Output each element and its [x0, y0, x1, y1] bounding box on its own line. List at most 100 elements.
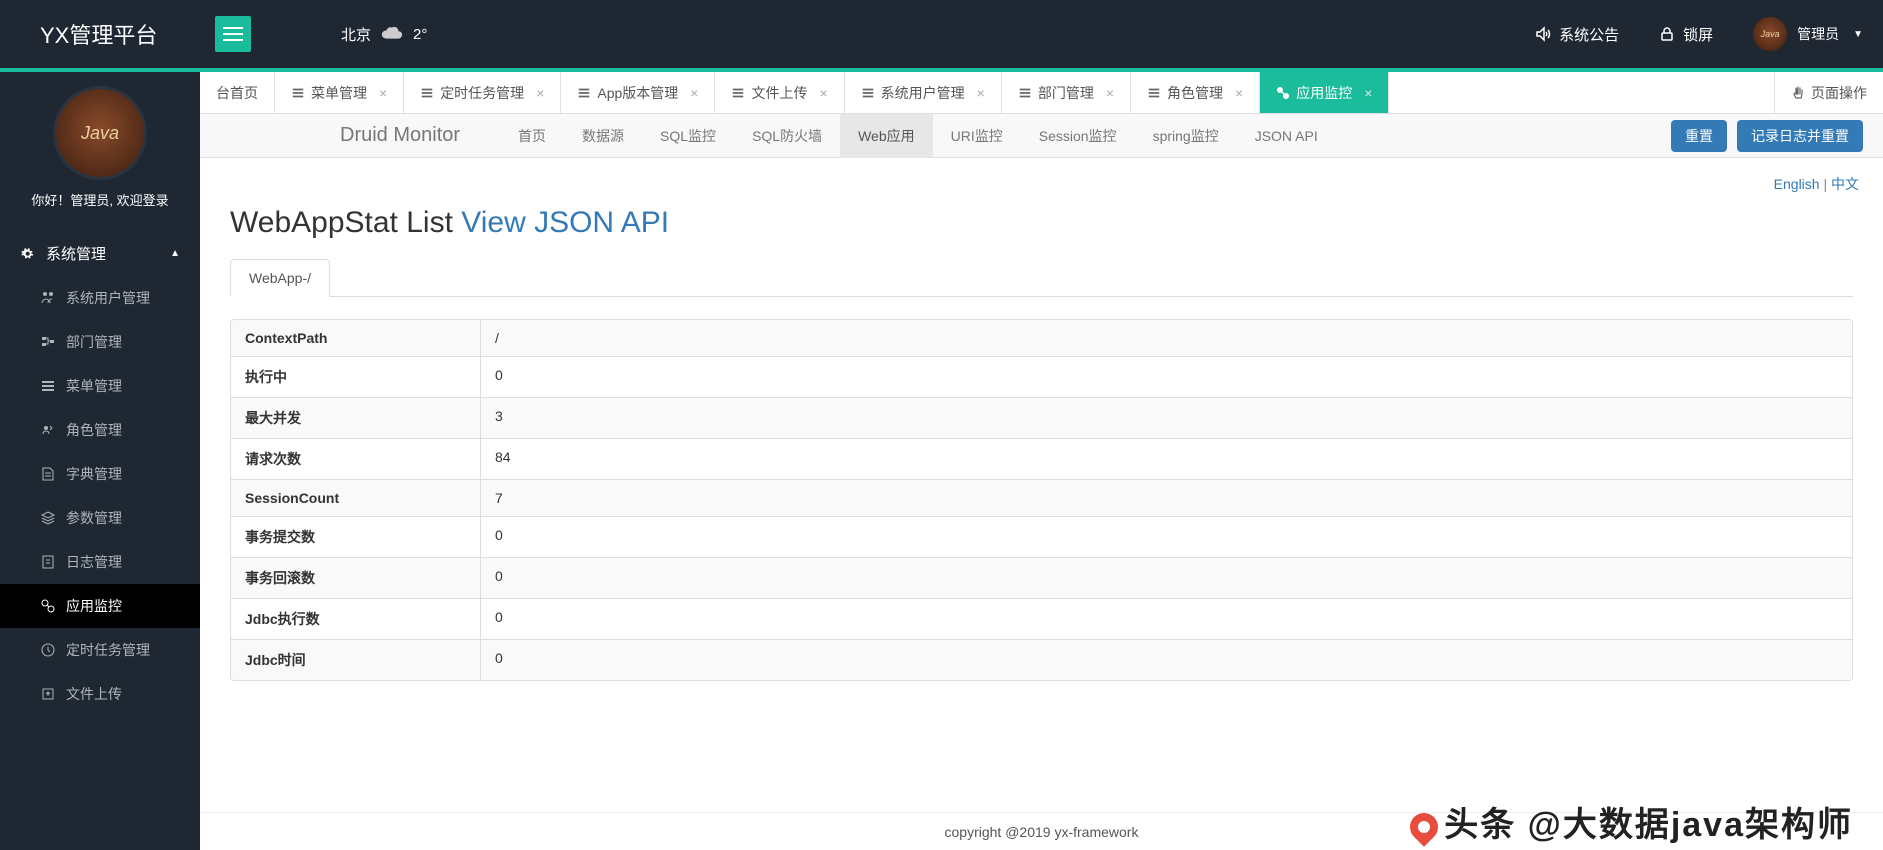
tab-3[interactable]: 文件上传×: [715, 72, 844, 113]
close-icon[interactable]: ×: [536, 85, 544, 101]
avatar-small: Java: [1753, 17, 1787, 51]
table-row: 事务回滚数0: [231, 558, 1852, 599]
table-row: Jdbc时间0: [231, 640, 1852, 680]
druid-link-7[interactable]: spring监控: [1135, 114, 1237, 158]
stat-label: 请求次数: [231, 439, 481, 479]
druid-link-5[interactable]: URI监控: [933, 114, 1021, 158]
content-area: 台首页 菜单管理×定时任务管理×App版本管理×文件上传×系统用户管理×部门管理…: [200, 72, 1883, 850]
nav-icon: [40, 642, 56, 658]
tab-home[interactable]: 台首页: [200, 72, 275, 113]
lock-link[interactable]: 锁屏: [1659, 24, 1713, 45]
lang-english[interactable]: English: [1774, 176, 1820, 192]
toggle-sidebar-button[interactable]: [215, 16, 251, 52]
view-json-link[interactable]: View JSON API: [461, 206, 669, 239]
druid-link-6[interactable]: Session监控: [1021, 114, 1135, 158]
tab-icon: [1018, 86, 1032, 100]
nav-item-8[interactable]: 定时任务管理: [0, 628, 200, 672]
nav-icon: [40, 598, 56, 614]
table-row: 请求次数84: [231, 439, 1852, 480]
log-reset-button[interactable]: 记录日志并重置: [1737, 120, 1863, 152]
nav-item-4[interactable]: 字典管理: [0, 452, 200, 496]
close-icon[interactable]: ×: [1235, 85, 1243, 101]
stat-label: ContextPath: [231, 320, 481, 356]
stat-label: 最大并发: [231, 398, 481, 438]
stat-value: 84: [481, 439, 1852, 479]
chevron-up-icon: ▲: [170, 248, 180, 259]
tab-6[interactable]: 角色管理×: [1131, 72, 1260, 113]
table-row: 事务提交数0: [231, 517, 1852, 558]
caret-down-icon: ▼: [1853, 29, 1863, 40]
close-icon[interactable]: ×: [379, 85, 387, 101]
druid-link-8[interactable]: JSON API: [1237, 114, 1336, 158]
druid-link-4[interactable]: Web应用: [840, 114, 933, 158]
tab-4[interactable]: 系统用户管理×: [845, 72, 1002, 113]
tab-icon: [577, 86, 591, 100]
nav-item-1[interactable]: 部门管理: [0, 320, 200, 364]
speaker-icon: [1535, 26, 1551, 42]
table-row: SessionCount7: [231, 480, 1852, 517]
avatar-large: Java: [53, 86, 147, 180]
cloud-icon: [381, 25, 403, 43]
tab-5[interactable]: 部门管理×: [1002, 72, 1131, 113]
stat-value: 0: [481, 357, 1852, 397]
tab-2[interactable]: App版本管理×: [561, 72, 715, 113]
nav-item-2[interactable]: 菜单管理: [0, 364, 200, 408]
nav-icon: [40, 290, 56, 306]
lang-chinese[interactable]: 中文: [1831, 176, 1859, 192]
close-icon[interactable]: ×: [1106, 85, 1114, 101]
stat-label: Jdbc时间: [231, 640, 481, 680]
tab-1[interactable]: 定时任务管理×: [404, 72, 561, 113]
nav-icon: [40, 378, 56, 394]
druid-link-2[interactable]: SQL监控: [642, 114, 734, 158]
stat-value: 0: [481, 517, 1852, 557]
announce-link[interactable]: 系统公告: [1535, 24, 1619, 45]
nav-item-7[interactable]: 应用监控: [0, 584, 200, 628]
tab-page-actions[interactable]: 页面操作: [1774, 72, 1883, 113]
table-row: Jdbc执行数0: [231, 599, 1852, 640]
stat-label: 事务提交数: [231, 517, 481, 557]
stat-label: SessionCount: [231, 480, 481, 516]
sidebar: Java 你好！管理员, 欢迎登录 系统管理 ▲ 系统用户管理部门管理菜单管理角…: [0, 72, 200, 850]
stats-table: ContextPath/执行中0最大并发3请求次数84SessionCount7…: [230, 319, 1853, 681]
nav-item-0[interactable]: 系统用户管理: [0, 276, 200, 320]
table-row: 执行中0: [231, 357, 1852, 398]
nav-item-9[interactable]: 文件上传: [0, 672, 200, 716]
close-icon[interactable]: ×: [1364, 85, 1372, 101]
table-row: 最大并发3: [231, 398, 1852, 439]
close-icon[interactable]: ×: [819, 85, 827, 101]
gear-icon: [20, 246, 36, 262]
druid-link-0[interactable]: 首页: [500, 114, 564, 158]
nav-icon: [40, 686, 56, 702]
nav-item-5[interactable]: 参数管理: [0, 496, 200, 540]
tab-0[interactable]: 菜单管理×: [275, 72, 404, 113]
tab-icon: [420, 86, 434, 100]
nav-icon: [40, 554, 56, 570]
stat-label: 事务回滚数: [231, 558, 481, 598]
druid-brand: Druid Monitor: [340, 124, 460, 147]
stat-value: 0: [481, 558, 1852, 598]
footer: copyright @2019 yx-framework: [200, 812, 1883, 850]
tab-icon: [731, 86, 745, 100]
druid-link-1[interactable]: 数据源: [564, 114, 642, 158]
reset-button[interactable]: 重置: [1671, 120, 1727, 152]
tab-icon: [861, 86, 875, 100]
druid-link-3[interactable]: SQL防火墙: [734, 114, 840, 158]
hand-icon: [1791, 86, 1805, 100]
weather-temp: 2°: [413, 26, 427, 43]
webapp-subtabs: WebApp-/: [230, 258, 1853, 297]
close-icon[interactable]: ×: [977, 85, 985, 101]
nav-section-system[interactable]: 系统管理 ▲: [0, 231, 200, 276]
tab-icon: [1147, 86, 1161, 100]
nav-item-3[interactable]: 角色管理: [0, 408, 200, 452]
nav-icon: [40, 422, 56, 438]
close-icon[interactable]: ×: [690, 85, 698, 101]
weather-widget: 北京 2°: [341, 24, 427, 45]
nav-item-6[interactable]: 日志管理: [0, 540, 200, 584]
tab-app-monitor[interactable]: 应用监控 ×: [1260, 72, 1389, 113]
topbar: YX管理平台 北京 2° 系统公告 锁屏 Java 管理员 ▼: [0, 0, 1883, 72]
nav-icon: [40, 466, 56, 482]
lock-icon: [1659, 26, 1675, 42]
user-menu[interactable]: Java 管理员 ▼: [1753, 17, 1863, 51]
tab-icon: [291, 86, 305, 100]
subtab-webapp[interactable]: WebApp-/: [230, 259, 330, 297]
